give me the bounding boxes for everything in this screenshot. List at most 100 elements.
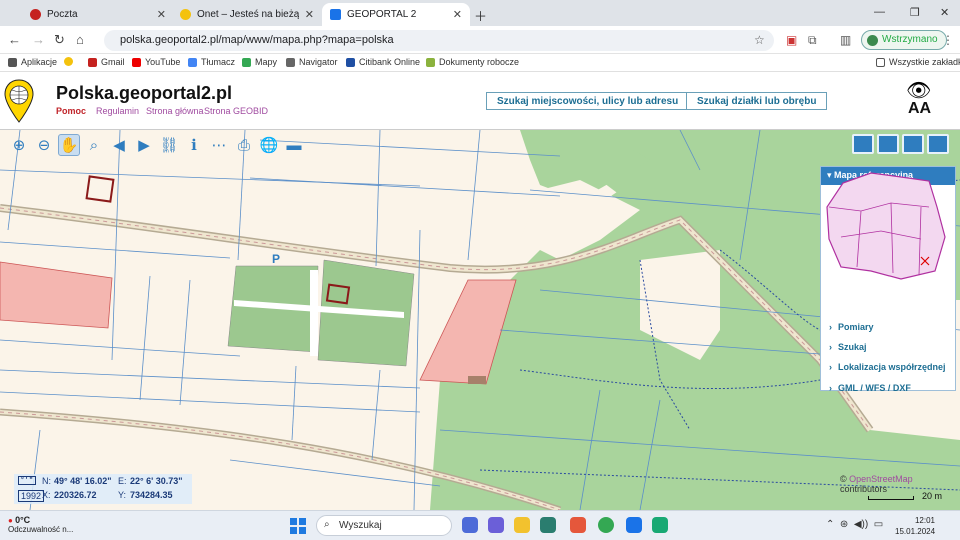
navigator-icon [286, 57, 295, 67]
weather-widget[interactable]: ● 0°C Odczuwalność n... [8, 515, 73, 534]
close-icon[interactable]: ✕ [453, 8, 462, 21]
fullscreen-icon[interactable] [852, 134, 874, 154]
translate-icon [188, 57, 197, 67]
info-icon[interactable]: ℹ [183, 134, 205, 156]
close-icon[interactable]: ✕ [157, 8, 166, 21]
menu-export-gml[interactable]: GML / WFS / DXF [829, 383, 911, 393]
bookmark-gmail[interactable]: Gmail [88, 57, 125, 67]
file-explorer-icon[interactable] [514, 517, 530, 533]
url-field[interactable]: polska.geoportal2.pl/map/www/mapa.php?ma… [104, 30, 774, 51]
bookmark-onet[interactable] [64, 57, 77, 66]
tab-geoportal[interactable]: GEOPORTAL 2 ✕ [322, 3, 470, 26]
geobid-logo[interactable] [3, 78, 35, 124]
gmail-icon [30, 9, 41, 20]
bookmarks-bar: Aplikacje Gmail YouTube Tłumacz Mapy Nav… [0, 54, 960, 72]
store-icon[interactable] [540, 517, 556, 533]
tab-label: Onet – Jesteś na bieżąco [197, 9, 299, 20]
e-value: 22° 6' 30.73" [130, 476, 183, 486]
restore-icon[interactable]: ❐ [910, 6, 920, 19]
units-toggle[interactable]: ° ' " [18, 476, 36, 485]
home-icon[interactable]: ⌂ [76, 32, 84, 47]
bookmark-navigator[interactable]: Navigator [286, 57, 338, 67]
apps-icon [8, 57, 17, 67]
zoom-in-icon[interactable]: ⊕ [8, 134, 30, 156]
link-home[interactable]: Strona główna [146, 106, 204, 116]
video-icon[interactable]: ▬ [283, 134, 305, 156]
back-icon[interactable]: ← [8, 32, 21, 47]
y-label: Y: [118, 490, 127, 500]
minimize-icon[interactable]: — [874, 6, 885, 18]
zoom-out-icon[interactable]: ⊖ [33, 134, 55, 156]
bookmark-translate[interactable]: Tłumacz [188, 57, 235, 67]
puzzle-icon[interactable]: ⧉ [808, 33, 817, 48]
bookmark-citibank[interactable]: Citibank Online [346, 57, 420, 67]
tab-poczta[interactable]: Poczta ✕ [22, 3, 174, 26]
font-size-button[interactable]: AA [908, 100, 931, 118]
link-icon[interactable]: ⛓ [158, 134, 180, 156]
bookmark-apps[interactable]: Aplikacje [8, 57, 57, 67]
split-view-icon[interactable] [877, 134, 899, 154]
x-value: 220326.72 [54, 490, 97, 500]
measure-icon[interactable]: ⋯ [208, 134, 230, 156]
extension-icon[interactable]: ▣ [786, 33, 797, 47]
n-value: 49° 48' 16.02" [54, 476, 112, 486]
panel-toggle-icon[interactable] [927, 134, 949, 154]
scale-label: 20 m [922, 491, 943, 501]
bookmark-youtube[interactable]: YouTube [132, 57, 180, 67]
clock[interactable]: 12:01 15.01.2024 [895, 515, 935, 537]
tab-onet[interactable]: Onet – Jesteś na bieżąco ✕ [172, 3, 322, 26]
osm-link[interactable]: OpenStreetMap [849, 474, 913, 484]
menu-search[interactable]: Szukaj [829, 342, 867, 352]
gmail-icon [88, 57, 97, 67]
search-parcel-button[interactable]: Szukaj działki lub obrębu [686, 92, 828, 110]
paint-icon[interactable] [570, 517, 586, 533]
taskbar: ● 0°C Odczuwalność n... ⌕ Wyszukaj ⌃ ⊛ ◀… [0, 510, 960, 540]
taskview-icon[interactable] [462, 517, 478, 533]
forward-arrow-icon[interactable]: ▶ [133, 134, 155, 156]
close-icon[interactable]: ✕ [305, 8, 314, 21]
menu-measure[interactable]: Pomiary [829, 322, 874, 332]
reference-map[interactable] [821, 167, 949, 285]
link-terms[interactable]: Regulamin [96, 106, 139, 116]
taskbar-search[interactable]: ⌕ Wyszukaj [316, 515, 452, 536]
globe-icon[interactable]: 🌐 [258, 134, 280, 156]
sidebar-icon[interactable]: ▥ [840, 33, 851, 47]
map-viewport[interactable]: P ⊕ ⊖ ✋ ⌕ ◀ ▶ ⛓ ℹ ⋯ ⎙ 🌐 ▬ ▾ Mapa referen… [0, 130, 960, 510]
app-icon[interactable] [652, 517, 668, 533]
forward-icon[interactable]: → [32, 32, 45, 47]
chat-icon[interactable] [488, 517, 504, 533]
link-help[interactable]: Pomoc [56, 106, 86, 116]
weather-icon: ● [8, 516, 13, 525]
pan-hand-icon[interactable]: ✋ [58, 134, 80, 156]
search-place-button[interactable]: Szukaj miejscowości, ulicy lub adresu [486, 92, 690, 110]
chrome-icon[interactable] [598, 517, 614, 533]
zoom-box-icon[interactable]: ⌕ [83, 134, 105, 156]
bookmark-maps[interactable]: Mapy [242, 57, 277, 67]
close-window-icon[interactable]: ✕ [940, 6, 949, 19]
scale-bar: 20 m [868, 490, 958, 504]
windows-start-icon[interactable] [290, 518, 306, 534]
building [468, 376, 486, 384]
all-bookmarks[interactable]: Wszystkie zakładki [876, 57, 960, 67]
mail-icon[interactable] [626, 517, 642, 533]
export-icon[interactable] [902, 134, 924, 154]
star-icon[interactable]: ☆ [754, 33, 765, 47]
system-tray[interactable]: ⌃ ⊛ ◀)) ▭ [826, 519, 883, 530]
menu-icon[interactable]: ⋮ [942, 33, 954, 47]
browser-tab-bar: Poczta ✕ Onet – Jesteś na bieżąco ✕ GEOP… [0, 0, 960, 26]
link-geobid[interactable]: Strona GEOBID [204, 106, 268, 116]
crs-toggle[interactable]: 1992 [18, 490, 45, 502]
onet-icon [64, 57, 73, 66]
back-arrow-icon[interactable]: ◀ [108, 134, 130, 156]
profile-paused-button[interactable]: Wstrzymano [861, 30, 947, 50]
bookmark-docs[interactable]: Dokumenty robocze [426, 57, 519, 67]
print-icon[interactable]: ⎙ [233, 134, 255, 156]
tab-label: GEOPORTAL 2 [347, 9, 417, 20]
menu-coordinate[interactable]: Lokalizacja współrzędnej [829, 362, 946, 372]
reload-icon[interactable]: ↻ [54, 32, 65, 48]
x-label: X: [42, 490, 51, 500]
map-canvas[interactable] [0, 130, 960, 510]
new-tab-button[interactable]: ＋ [474, 6, 487, 25]
e-label: E: [118, 476, 127, 486]
site-title: Polska.geoportal2.pl [56, 83, 233, 103]
